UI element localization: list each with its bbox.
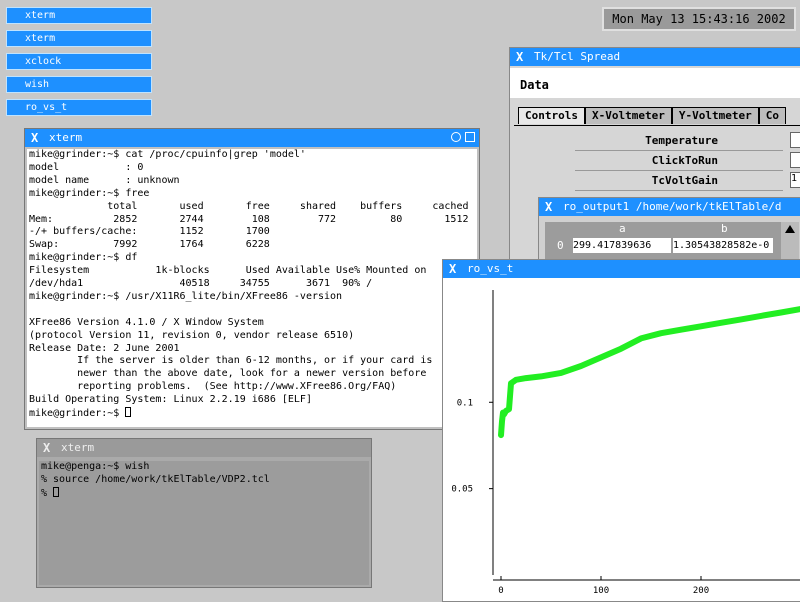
- taskbar-item-xterm-2[interactable]: xterm: [6, 30, 152, 47]
- term-line: Build Operating System: Linux 2.2.19 i68…: [29, 394, 312, 406]
- term-line: XFree86 Version 4.1.0 / X Window System: [29, 316, 264, 328]
- ro-output-title: ro_output1 /home/work/tkElTable/d: [563, 200, 782, 213]
- xterm-small-titlebar[interactable]: X xterm: [37, 439, 371, 457]
- term-line: total used free shared buffers cached: [29, 200, 469, 212]
- temperature-field[interactable]: [790, 132, 800, 148]
- xterm-small-window: X xterm mike@penga:~$ wish% source /home…: [36, 438, 372, 588]
- column-header-b: b: [721, 222, 728, 235]
- term-line: Filesystem 1k-blocks Used Available Use%…: [29, 265, 427, 277]
- term-line: [29, 304, 477, 317]
- tab-y-voltmeter[interactable]: Y-Voltmeter: [671, 107, 759, 124]
- tab-underline: [514, 125, 800, 126]
- text-cursor: [125, 407, 132, 418]
- maximize-icon[interactable]: [465, 132, 475, 142]
- iconify-icon[interactable]: [451, 132, 461, 142]
- term-line: If the server is older than 6-12 months,…: [29, 355, 433, 367]
- taskbar-item-xterm-1[interactable]: xterm: [6, 7, 152, 24]
- plot-titlebar[interactable]: X ro_vs_t: [443, 260, 800, 278]
- column-header-a: a: [619, 222, 626, 235]
- y-tick-label: 0.1: [457, 398, 473, 408]
- term-line: mike@grinder:~$ /usr/X11R6_lite/bin/XFre…: [29, 290, 343, 302]
- plot-window: X ro_vs_t 0 100 200 0.1 0.05: [442, 259, 800, 602]
- text-cursor: [53, 486, 60, 497]
- tab-co[interactable]: Co: [758, 107, 786, 124]
- clock: Mon May 13 15:43:16 2002: [602, 7, 796, 31]
- x-tick-label: 200: [693, 586, 709, 596]
- term-prompt: mike@grinder:~$: [29, 408, 126, 420]
- term-line: reporting problems. (See http://www.XFre…: [29, 381, 397, 393]
- term-line: /dev/hda1 40518 34755 3671 90% /: [29, 278, 373, 290]
- terminal-output[interactable]: mike@penga:~$ wish% source /home/work/tk…: [39, 461, 369, 585]
- term-line: (protocol Version 11, revision 0, vendor…: [29, 329, 355, 341]
- term-prompt-line: %: [41, 486, 369, 501]
- term-prompt-line: mike@grinder:~$: [29, 407, 477, 421]
- tcvoltgain-field[interactable]: 1: [790, 172, 800, 188]
- term-line: mike@penga:~$ wish: [41, 461, 150, 472]
- term-line: Release Date: 2 June 2001: [29, 342, 180, 354]
- cell-b[interactable]: 1.30543828582e-0: [673, 238, 773, 253]
- taskbar-item-wish[interactable]: wish: [6, 76, 152, 93]
- x-tick-label: 100: [593, 586, 609, 596]
- plot-title: ro_vs_t: [467, 262, 514, 275]
- taskbar-item-xclock[interactable]: xclock: [6, 53, 152, 70]
- term-line: Swap: 7992 1764 6228: [29, 239, 270, 251]
- term-line: Mem: 2852 2744 108 772 80 1512: [29, 213, 469, 225]
- clicktorun-field[interactable]: [790, 152, 800, 168]
- taskbar-item-ro-vs-t[interactable]: ro_vs_t: [6, 99, 152, 116]
- xterm-main-titlebar[interactable]: X xterm: [25, 129, 479, 147]
- row-index: 0: [557, 239, 564, 252]
- term-line: % source /home/work/tkElTable/VDP2.tcl: [41, 473, 270, 485]
- plot-canvas: 0 100 200 0.1 0.05: [451, 290, 800, 596]
- x-logo-icon: X: [43, 441, 51, 455]
- term-line: -/+ buffers/cache: 1152 1700: [29, 226, 270, 238]
- tab-x-voltmeter[interactable]: X-Voltmeter: [584, 107, 672, 124]
- label-tcvoltgain: TcVoltGain: [651, 174, 718, 187]
- xterm-main-title: xterm: [49, 131, 83, 144]
- x-tick-label: 0: [498, 586, 503, 596]
- label-clicktorun: ClickToRun: [651, 154, 718, 167]
- y-tick-label: 0.05: [451, 485, 473, 495]
- menu-data[interactable]: Data: [520, 78, 549, 92]
- term-line: mike@grinder:~$ cat /proc/cpuinfo|grep '…: [29, 149, 306, 160]
- spread-titlebar[interactable]: X Tk/Tcl Spread: [510, 48, 800, 66]
- series-line: [498, 306, 800, 439]
- ro-output-titlebar[interactable]: X ro_output1 /home/work/tkElTable/d: [539, 198, 800, 216]
- term-line: mike@grinder:~$ df: [29, 252, 138, 264]
- spread-tabs: Controls X-Voltmeter Y-Voltmeter Co: [518, 107, 786, 125]
- term-line: mike@grinder:~$ free: [29, 187, 150, 199]
- spread-title: Tk/Tcl Spread: [534, 50, 621, 63]
- x-logo-icon: X: [31, 131, 39, 145]
- spread-menubar: [510, 68, 800, 98]
- term-line: newer than the above date, look for a ne…: [29, 368, 427, 380]
- label-temperature: Temperature: [645, 134, 718, 147]
- tab-controls[interactable]: Controls: [518, 107, 585, 124]
- x-logo-icon: X: [545, 200, 553, 214]
- terminal-output[interactable]: mike@grinder:~$ cat /proc/cpuinfo|grep '…: [27, 149, 477, 427]
- term-line: model name : unknown: [29, 174, 180, 186]
- xterm-small-title: xterm: [61, 441, 95, 454]
- term-prompt: %: [41, 487, 54, 499]
- xterm-main-window: X xterm mike@grinder:~$ cat /proc/cpuinf…: [24, 128, 480, 430]
- x-logo-icon: X: [449, 262, 457, 276]
- x-logo-icon: X: [516, 50, 524, 64]
- term-line: model : 0: [29, 161, 144, 173]
- cell-a[interactable]: 299.417839636: [573, 238, 671, 253]
- scroll-up-icon[interactable]: [785, 225, 795, 233]
